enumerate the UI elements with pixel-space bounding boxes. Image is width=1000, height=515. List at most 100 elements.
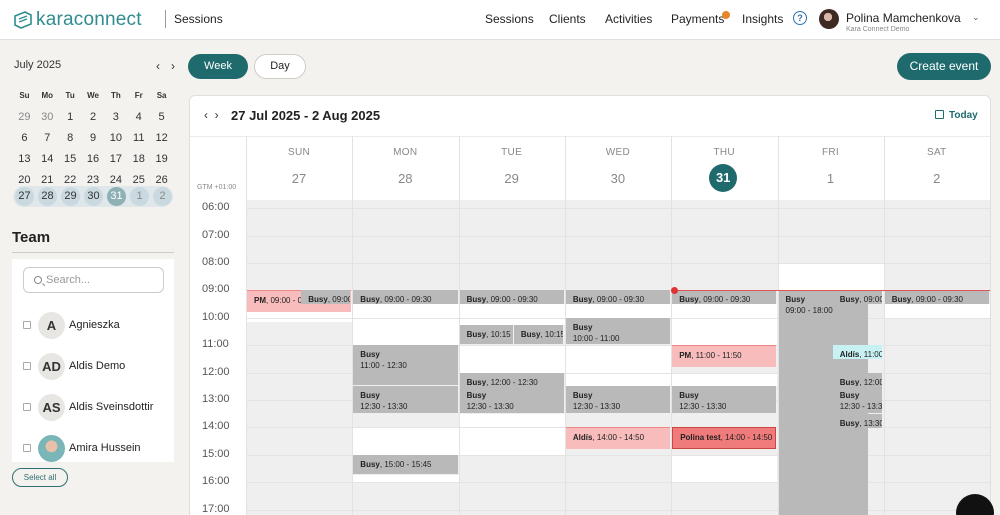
day-view-button[interactable]: Day: [254, 54, 306, 79]
event-block[interactable]: Aldís, 11:00 - 11:30: [832, 345, 882, 360]
available-slot[interactable]: [883, 304, 990, 318]
day-column-header[interactable]: THU 31: [671, 136, 777, 200]
nav-clients[interactable]: Clients: [549, 12, 586, 26]
event-block[interactable]: Busy, 09:00 - 09:30: [353, 290, 458, 305]
available-slot[interactable]: [564, 345, 672, 387]
day-cell[interactable]: 28: [38, 187, 57, 206]
event-block[interactable]: Busy 10:00 - 11:00: [565, 317, 671, 345]
day-cell[interactable]: 12: [150, 132, 173, 144]
day-cell[interactable]: 9: [82, 132, 105, 144]
available-slot[interactable]: [671, 372, 778, 387]
chevron-left-icon[interactable]: ‹: [204, 108, 208, 122]
available-slot[interactable]: [458, 413, 565, 455]
day-cell[interactable]: 11: [127, 132, 150, 144]
day-cell[interactable]: 20: [13, 174, 36, 186]
event-block[interactable]: Busy, 09:00 - 09:30: [672, 290, 777, 305]
day-cell[interactable]: 26: [150, 174, 173, 186]
day-cell[interactable]: 27: [15, 187, 34, 206]
day-cell[interactable]: 13: [13, 153, 36, 165]
event-block[interactable]: Aldís, 14:00 - 14:50: [565, 427, 671, 450]
day-column-header[interactable]: TUE 29: [459, 136, 565, 200]
event-block[interactable]: Busy12:30 - 13:30: [565, 386, 671, 413]
day-cell[interactable]: 29: [61, 187, 80, 206]
available-slot[interactable]: [458, 304, 565, 325]
event-block[interactable]: Busy, 09:00 - 09:30: [565, 290, 671, 305]
event-block[interactable]: Busy, 09:00 - 09:30: [884, 290, 990, 305]
team-member[interactable]: AS Aldis Sveinsdottir: [12, 392, 174, 422]
nav-payments[interactable]: Payments: [671, 12, 724, 26]
day-cell[interactable]: 8: [59, 132, 82, 144]
day-cell[interactable]: 10: [104, 132, 127, 144]
event-block[interactable]: Busy, 10:15 - 11:00: [459, 324, 513, 345]
day-cell[interactable]: 30: [84, 187, 103, 206]
select-all-button[interactable]: Select all: [12, 468, 68, 487]
team-member[interactable]: A Agnieszka: [12, 310, 174, 340]
day-cell[interactable]: 7: [36, 132, 59, 144]
day-cell[interactable]: 25: [127, 174, 150, 186]
nav-activities[interactable]: Activities: [605, 12, 652, 26]
event-block[interactable]: Busy12:30 - 13:30: [353, 386, 458, 413]
chevron-down-icon[interactable]: ⌄: [972, 12, 980, 23]
day-cell[interactable]: 14: [36, 153, 59, 165]
team-search-input[interactable]: Search...: [23, 267, 164, 293]
member-checkbox[interactable]: [23, 321, 31, 329]
day-column-header[interactable]: MON 28: [352, 136, 458, 200]
available-slot[interactable]: [671, 454, 778, 483]
day-cell[interactable]: 21: [36, 174, 59, 186]
user-avatar[interactable]: [819, 9, 839, 29]
day-cell[interactable]: 3: [104, 111, 127, 123]
event-block[interactable]: Busy, 15:00 - 15:45: [353, 454, 458, 475]
event-block[interactable]: Busy12:30 - 13:30: [459, 386, 564, 413]
event-block[interactable]: PM, 11:00 - 11:50: [672, 345, 777, 368]
day-cell[interactable]: 6: [13, 132, 36, 144]
available-slot[interactable]: [352, 427, 459, 455]
member-checkbox[interactable]: [23, 444, 31, 452]
brand-logo[interactable]: karaconnect: [13, 9, 142, 31]
week-view-button[interactable]: Week: [188, 54, 248, 79]
event-block[interactable]: Busy12:30 - 13:30: [832, 386, 882, 413]
member-checkbox[interactable]: [23, 403, 31, 411]
event-block[interactable]: Busy, 13:30 - 14:00: [832, 413, 882, 428]
day-cell[interactable]: 2: [153, 187, 172, 206]
day-column-header[interactable]: SUN 27: [246, 136, 352, 200]
available-slot[interactable]: [564, 304, 672, 318]
event-block[interactable]: Busy12:30 - 13:30: [672, 386, 777, 413]
day-cell[interactable]: 1: [130, 187, 149, 206]
event-block[interactable]: Busy 11:00 - 12:30: [353, 345, 458, 386]
available-slot[interactable]: [352, 475, 459, 483]
day-cell[interactable]: 30: [36, 111, 59, 123]
day-cell[interactable]: 15: [59, 153, 82, 165]
day-cell[interactable]: 2: [82, 111, 105, 123]
day-cell[interactable]: 29: [13, 111, 36, 123]
event-block[interactable]: Busy, 10:15 - 11:00: [513, 324, 563, 345]
available-slot[interactable]: [458, 345, 565, 373]
user-name[interactable]: Polina Mamchenkova: [846, 11, 961, 25]
day-cell[interactable]: 1: [59, 111, 82, 123]
day-cell[interactable]: 19: [150, 153, 173, 165]
day-cell[interactable]: 23: [82, 174, 105, 186]
team-member[interactable]: Amira Hussein: [12, 433, 174, 462]
chevron-right-icon[interactable]: ›: [215, 108, 219, 122]
day-cell[interactable]: 16: [82, 153, 105, 165]
event-block[interactable]: Busy, 09:00 - 09:30: [832, 290, 882, 305]
team-member[interactable]: AD Aldis Demo: [12, 351, 174, 381]
event-block[interactable]: Busy, 12:00 - 12:30: [832, 372, 882, 387]
event-block[interactable]: Busy, 09:00 - 09:30: [301, 290, 351, 305]
chevron-right-icon[interactable]: ›: [171, 59, 175, 73]
nav-sessions[interactable]: Sessions: [485, 12, 534, 26]
day-cell[interactable]: 17: [104, 153, 127, 165]
day-cell[interactable]: 18: [127, 153, 150, 165]
nav-insights[interactable]: Insights: [742, 12, 783, 26]
day-cell[interactable]: 24: [104, 174, 127, 186]
available-slot[interactable]: [352, 304, 459, 346]
available-slot[interactable]: [671, 304, 778, 346]
event-block[interactable]: Busy, 12:00 - 12:30: [459, 372, 564, 387]
event-block[interactable]: Busy, 09:00 - 09:30: [459, 290, 564, 305]
day-column-header[interactable]: WED 30: [565, 136, 671, 200]
day-cell[interactable]: 5: [150, 111, 173, 123]
chevron-left-icon[interactable]: ‹: [156, 59, 160, 73]
day-column-header[interactable]: FRI 1: [778, 136, 884, 200]
today-button[interactable]: Today: [949, 110, 978, 121]
member-checkbox[interactable]: [23, 362, 31, 370]
day-cell[interactable]: 4: [127, 111, 150, 123]
